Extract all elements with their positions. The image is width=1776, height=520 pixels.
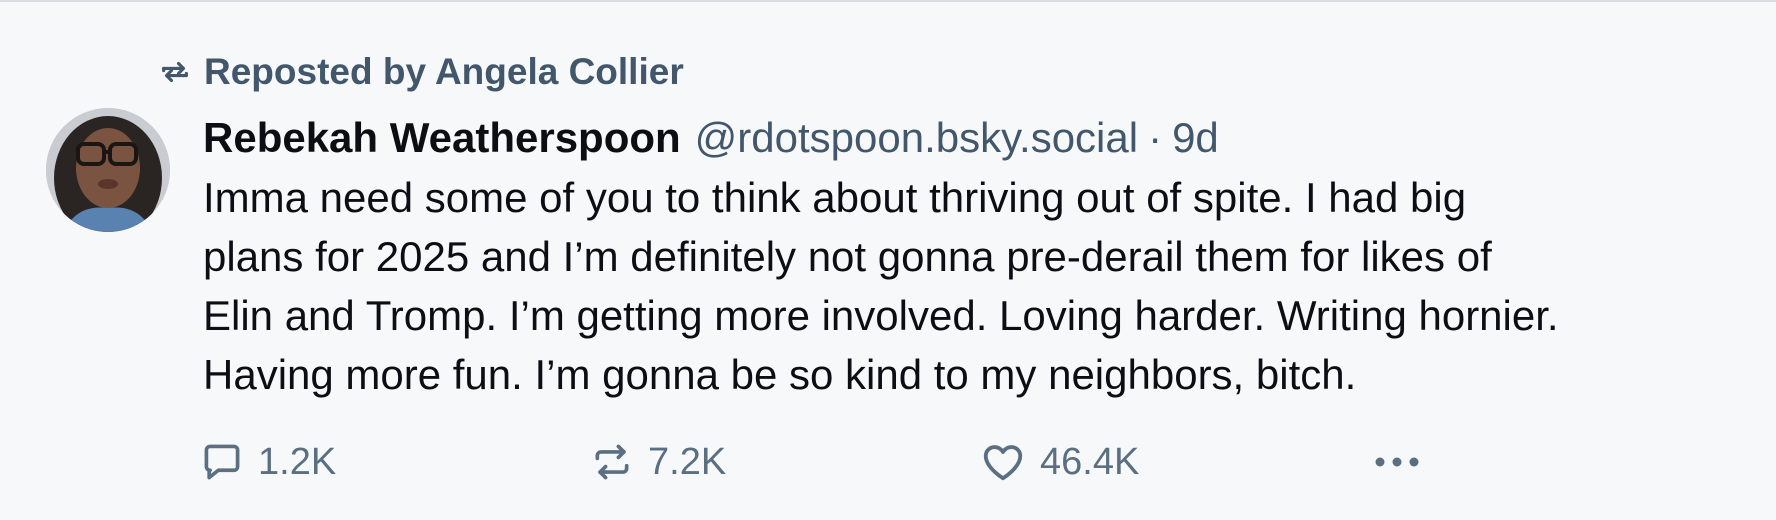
- post-text-line: Elin and Tromp. I’m getting more involve…: [203, 292, 1559, 339]
- post-card[interactable]: Reposted by Angela Collier Rebekah Weath…: [0, 0, 1776, 520]
- like-count: 46.4K: [1040, 440, 1140, 483]
- post-text-line: plans for 2025 and I’m definitely not go…: [203, 233, 1492, 280]
- post-actions: 1.2K 7.2K 46.4K: [200, 434, 1450, 490]
- post-timestamp[interactable]: 9d: [1172, 106, 1219, 170]
- post-content: Rebekah Weatherspoon @rdotspoon.bsky.soc…: [203, 106, 1763, 404]
- repost-banner-text: Reposted by Angela Collier: [204, 51, 684, 92]
- like-button[interactable]: 46.4K: [980, 434, 1139, 490]
- reply-button[interactable]: 1.2K: [200, 434, 336, 490]
- author-display-name[interactable]: Rebekah Weatherspoon: [203, 106, 681, 170]
- post-text-line: Imma need some of you to think about thr…: [203, 174, 1467, 221]
- repost-count: 7.2K: [648, 440, 727, 483]
- avatar[interactable]: [46, 108, 170, 232]
- speech-bubble-icon: [200, 440, 244, 484]
- heart-icon: [980, 439, 1026, 485]
- post-header: Rebekah Weatherspoon @rdotspoon.bsky.soc…: [203, 106, 1763, 170]
- reply-count: 1.2K: [258, 440, 337, 483]
- header-separator: ·: [1148, 114, 1163, 161]
- repost-banner[interactable]: Reposted by Angela Collier: [158, 46, 684, 98]
- author-handle[interactable]: @rdotspoon.bsky.social: [695, 106, 1138, 170]
- post-text: Imma need some of you to think about thr…: [203, 168, 1763, 404]
- more-options-button[interactable]: [1370, 434, 1424, 490]
- repost-icon: [590, 440, 634, 484]
- repost-button[interactable]: 7.2K: [590, 434, 726, 490]
- post-text-line: Having more fun. I’m gonna be so kind to…: [203, 351, 1357, 398]
- ellipsis-icon: [1370, 440, 1424, 484]
- repost-icon: [158, 55, 192, 89]
